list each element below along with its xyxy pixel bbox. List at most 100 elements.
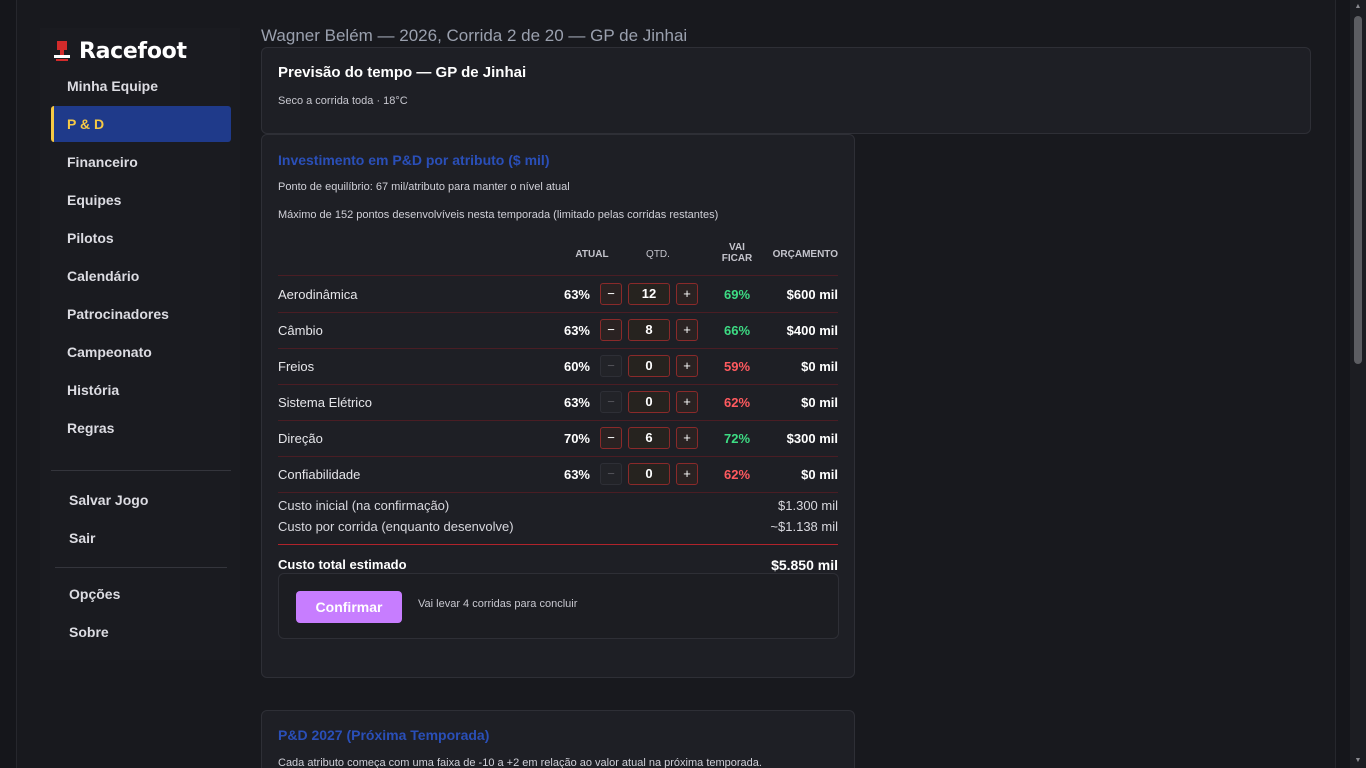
per-race-cost-row: Custo por corrida (enquanto desenvolve) … [278, 519, 838, 534]
rd-title: Investimento em P&D por atributo ($ mil) [278, 152, 550, 168]
main-nav: Minha Equipe P & D Financeiro Equipes Pi… [51, 68, 231, 448]
nav-p-d[interactable]: P & D [51, 106, 231, 142]
total-cost-row: Custo total estimado $5.850 mil [278, 557, 838, 573]
attr-will-be: 59% [723, 359, 751, 374]
nav-calendario[interactable]: Calendário [51, 258, 231, 294]
quantity-input[interactable]: 0 [628, 391, 670, 413]
quantity-input[interactable]: 0 [628, 463, 670, 485]
attr-name: Aerodinâmica [278, 287, 358, 302]
decrease-button[interactable]: − [600, 355, 622, 377]
app-title: Racefoot [79, 38, 187, 64]
decrease-button[interactable]: − [600, 463, 622, 485]
initial-cost-value: $1.300 mil [778, 498, 838, 513]
rd-investment-card: Investimento em P&D por atributo ($ mil)… [261, 134, 855, 678]
col-header-orcamento: ORÇAMENTO [772, 249, 838, 260]
next-season-text: Cada atributo começa com uma faixa de -1… [278, 757, 762, 768]
attr-will-be: 72% [723, 431, 751, 446]
attr-budget: $0 mil [801, 395, 838, 410]
increase-button[interactable]: + [676, 355, 698, 377]
decrease-button[interactable]: − [600, 283, 622, 305]
nav-salvar-jogo[interactable]: Salvar Jogo [51, 482, 231, 518]
quantity-input[interactable]: 0 [628, 355, 670, 377]
attr-name: Sistema Elétrico [278, 395, 372, 410]
nav-equipes[interactable]: Equipes [51, 182, 231, 218]
confirm-note: Vai levar 4 corridas para concluir [418, 598, 578, 610]
attr-current: 70% [563, 431, 590, 446]
attr-budget: $400 mil [786, 323, 838, 338]
nav-patrocinadores[interactable]: Patrocinadores [51, 296, 231, 332]
attr-current: 63% [563, 395, 590, 410]
decrease-button[interactable]: − [600, 319, 622, 341]
increase-button[interactable]: + [676, 283, 698, 305]
nav-pilotos[interactable]: Pilotos [51, 220, 231, 256]
nav-opcoes[interactable]: Opções [51, 576, 231, 612]
table-row: Aerodinâmica 63% − 12 + 69% $600 mil [278, 276, 838, 312]
total-divider [278, 544, 838, 545]
attr-name: Direção [278, 431, 323, 446]
confirm-panel: Confirmar Vai levar 4 corridas para conc… [278, 573, 839, 639]
attr-will-be: 62% [723, 467, 751, 482]
initial-cost-label: Custo inicial (na confirmação) [278, 498, 450, 513]
confirm-button[interactable]: Confirmar [296, 591, 402, 623]
rd-equilibrium-note: Ponto de equilíbrio: 67 mil/atributo par… [278, 181, 570, 193]
nav-historia[interactable]: História [51, 372, 231, 408]
initial-cost-row: Custo inicial (na confirmação) $1.300 mi… [278, 498, 838, 513]
attr-will-be: 66% [723, 323, 751, 338]
decrease-button[interactable]: − [600, 391, 622, 413]
attr-budget: $300 mil [786, 431, 838, 446]
attr-current: 63% [563, 467, 590, 482]
attr-will-be: 62% [723, 395, 751, 410]
nav-divider [55, 567, 227, 568]
attr-name: Freios [278, 359, 315, 374]
nav-financeiro[interactable]: Financeiro [51, 144, 231, 180]
sidebar: Racefoot Minha Equipe P & D Financeiro E… [40, 28, 240, 660]
scroll-up-icon[interactable]: ▲ [1354, 3, 1362, 11]
increase-button[interactable]: + [676, 391, 698, 413]
increase-button[interactable]: + [676, 319, 698, 341]
rd-max-note: Máximo de 152 pontos desenvolvíveis nest… [278, 209, 719, 221]
quantity-input[interactable]: 12 [628, 283, 670, 305]
secondary-nav: Salvar Jogo Sair [51, 482, 231, 558]
per-race-cost-label: Custo por corrida (enquanto desenvolve) [278, 519, 514, 534]
table-row: Sistema Elétrico 63% − 0 + 62% $0 mil [278, 384, 838, 420]
nav-campeonato[interactable]: Campeonato [51, 334, 231, 370]
attr-name: Câmbio [278, 323, 323, 338]
attr-will-be: 69% [723, 287, 751, 302]
col-header-atual: ATUAL [575, 249, 609, 260]
scrollbar-thumb[interactable] [1354, 16, 1362, 364]
weather-card: Previsão do tempo — GP de Jinhai Seco a … [261, 47, 1311, 134]
trophy-icon [53, 40, 71, 62]
nav-sobre[interactable]: Sobre [51, 614, 231, 650]
attr-name: Confiabilidade [278, 467, 361, 482]
table-row: Confiabilidade 63% − 0 + 62% $0 mil [278, 456, 838, 492]
attr-current: 60% [563, 359, 590, 374]
table-row: Direção 70% − 6 + 72% $300 mil [278, 420, 838, 456]
weather-text: Seco a corrida toda · 18°C [278, 95, 408, 107]
attr-budget: $600 mil [786, 287, 838, 302]
page-scrollbar[interactable]: ▲ ▼ [1350, 0, 1366, 768]
page-header: Wagner Belém — 2026, Corrida 2 de 20 — G… [261, 26, 688, 45]
attr-current: 63% [563, 323, 590, 338]
brand: Racefoot [53, 36, 187, 66]
increase-button[interactable]: + [676, 463, 698, 485]
nav-sair[interactable]: Sair [51, 520, 231, 556]
attr-budget: $0 mil [801, 359, 838, 374]
total-cost-value: $5.850 mil [771, 557, 838, 573]
attr-budget: $0 mil [801, 467, 838, 482]
next-season-title: P&D 2027 (Próxima Temporada) [278, 727, 490, 743]
total-cost-label: Custo total estimado [278, 557, 407, 572]
col-header-qtd: QTD. [646, 249, 670, 260]
increase-button[interactable]: + [676, 427, 698, 449]
quantity-input[interactable]: 8 [628, 319, 670, 341]
row-divider [278, 492, 838, 493]
attr-current: 63% [563, 287, 590, 302]
per-race-cost-value: ~$1.138 mil [770, 519, 838, 534]
scroll-down-icon[interactable]: ▼ [1354, 757, 1362, 765]
next-season-card: P&D 2027 (Próxima Temporada) Cada atribu… [261, 710, 855, 768]
table-row: Câmbio 63% − 8 + 66% $400 mil [278, 312, 838, 348]
nav-regras[interactable]: Regras [51, 410, 231, 446]
quantity-input[interactable]: 6 [628, 427, 670, 449]
decrease-button[interactable]: − [600, 427, 622, 449]
weather-title: Previsão do tempo — GP de Jinhai [278, 64, 527, 81]
nav-minha-equipe[interactable]: Minha Equipe [51, 68, 231, 104]
